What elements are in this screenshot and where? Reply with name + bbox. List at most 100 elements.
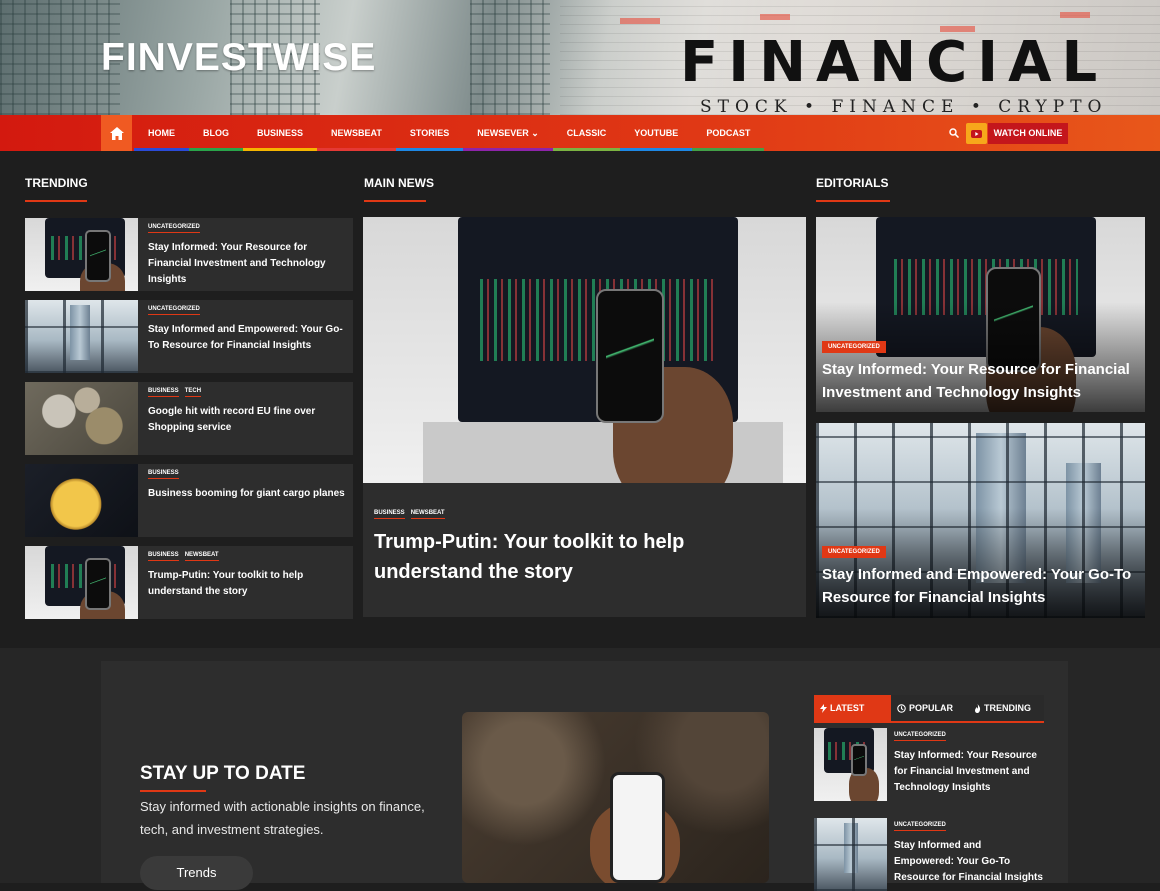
list-item[interactable]: UNCATEGORIZED Stay Informed and Empowere… xyxy=(814,818,1044,891)
main-news-image[interactable] xyxy=(363,217,806,483)
sidebar-tabs: LATEST POPULAR TRENDING xyxy=(814,695,1044,721)
chevron-down-icon: ⌄ xyxy=(528,128,539,138)
promo-title-underline xyxy=(140,790,206,792)
youtube-button[interactable] xyxy=(966,123,987,144)
trending-item[interactable]: BUSINESS Business booming for giant cargo… xyxy=(25,464,353,537)
main-news-heading: MAIN NEWS xyxy=(364,176,434,202)
editorial-category[interactable]: UNCATEGORIZED xyxy=(822,341,886,353)
category-link[interactable]: TECH xyxy=(184,388,202,397)
category-link[interactable]: BUSINESS xyxy=(148,552,179,561)
tab-trending[interactable]: TRENDING xyxy=(968,695,1037,721)
nav-item-label: NEWSEVER xyxy=(477,128,529,138)
post-title[interactable]: Stay Informed and Empowered: Your Go-To … xyxy=(148,322,348,354)
nav-item-label: NEWSBEAT xyxy=(331,128,382,138)
category-link[interactable]: NEWSBEAT xyxy=(410,510,445,519)
post-categories: BUSINESS TECH xyxy=(148,388,348,397)
promo-image xyxy=(462,712,769,883)
post-title[interactable]: Google hit with record EU fine over Shop… xyxy=(148,404,348,436)
tab-popular[interactable]: POPULAR xyxy=(891,695,968,721)
post-title[interactable]: Stay Informed: Your Resource for Financi… xyxy=(148,240,348,288)
main-news-card[interactable]: BUSINESS NEWSBEAT Trump-Putin: Your tool… xyxy=(363,217,806,617)
post-thumbnail[interactable] xyxy=(25,218,138,291)
header-banner: FINVESTWISE FINANCIAL STOCK • FINANCE • … xyxy=(0,0,1160,115)
search-button[interactable] xyxy=(944,123,964,143)
main-news-categories: BUSINESS NEWSBEAT xyxy=(374,510,794,519)
nav-item-newsever[interactable]: NEWSEVER ⌄ xyxy=(463,115,553,151)
trends-button[interactable]: Trends xyxy=(140,856,253,890)
nav-item-label: HOME xyxy=(148,128,175,138)
tab-trending-label: TRENDING xyxy=(984,703,1031,713)
tab-popular-label: POPULAR xyxy=(909,703,954,713)
nav-item-youtube[interactable]: YOUTUBE xyxy=(620,115,693,151)
editorials-heading: EDITORIALS xyxy=(816,176,890,202)
post-categories: UNCATEGORIZED xyxy=(148,306,348,315)
editorial-title[interactable]: Stay Informed: Your Resource for Financi… xyxy=(822,358,1137,404)
editorial-card[interactable]: UNCATEGORIZED Stay Informed: Your Resour… xyxy=(816,217,1145,412)
post-title[interactable]: Business booming for giant cargo planes xyxy=(148,486,348,502)
clock-icon xyxy=(897,703,906,713)
nav-item-label: BLOG xyxy=(203,128,229,138)
nav-item-label: YOUTUBE xyxy=(634,128,679,138)
post-title[interactable]: Stay Informed and Empowered: Your Go-To … xyxy=(894,838,1044,886)
post-thumbnail[interactable] xyxy=(25,546,138,619)
promo-title: STAY UP TO DATE xyxy=(140,763,306,784)
home-icon xyxy=(109,126,124,140)
nav-item-home[interactable]: HOME xyxy=(134,115,189,151)
nav-item-label: CLASSIC xyxy=(566,128,607,138)
category-link[interactable]: BUSINESS xyxy=(374,510,405,519)
editorial-card[interactable]: UNCATEGORIZED Stay Informed and Empowere… xyxy=(816,423,1145,618)
trending-item[interactable]: BUSINESS TECH Google hit with record EU fi… xyxy=(25,382,353,455)
trending-item[interactable]: BUSINESS NEWSBEAT Trump-Putin: Your toolki… xyxy=(25,546,353,619)
watch-online-button[interactable]: WATCH ONLINE xyxy=(988,123,1068,144)
trending-heading-text: TRENDING xyxy=(25,176,88,190)
nav-item-business[interactable]: BUSINESS xyxy=(243,115,318,151)
list-item[interactable]: UNCATEGORIZED Stay Informed: Your Resour… xyxy=(814,728,1044,801)
tab-latest-label: LATEST xyxy=(830,703,865,713)
editorials-heading-text: EDITORIALS xyxy=(816,176,889,190)
nav-item-blog[interactable]: BLOG xyxy=(189,115,243,151)
promo-text: Stay informed with actionable insights o… xyxy=(140,799,425,837)
category-link[interactable]: NEWSBEAT xyxy=(184,552,219,561)
editorial-category[interactable]: UNCATEGORIZED xyxy=(822,546,886,558)
home-icon-button[interactable] xyxy=(101,115,132,151)
nav-item-label: BUSINESS xyxy=(257,128,304,138)
bolt-icon xyxy=(820,703,827,713)
post-categories: BUSINESS NEWSBEAT xyxy=(148,552,348,561)
nav-item-label: STORIES xyxy=(409,128,450,138)
post-categories: UNCATEGORIZED xyxy=(148,224,348,233)
post-thumbnail[interactable] xyxy=(25,464,138,537)
editorial-title[interactable]: Stay Informed and Empowered: Your Go-To … xyxy=(822,563,1137,609)
trending-item[interactable]: UNCATEGORIZED Stay Informed: Your Resourc… xyxy=(25,218,353,291)
category-link[interactable]: UNCATEGORIZED xyxy=(894,822,946,831)
category-link[interactable]: UNCATEGORIZED xyxy=(148,224,200,233)
category-link[interactable]: BUSINESS xyxy=(148,470,179,479)
nav-item-label: PODCAST xyxy=(706,128,751,138)
main-news-heading-text: MAIN NEWS xyxy=(364,176,434,190)
nav-item-stories[interactable]: STORIES xyxy=(395,115,464,151)
banner-subtitle: STOCK • FINANCE • CRYPTO xyxy=(700,97,1108,115)
tab-underline xyxy=(814,721,1044,723)
post-thumbnail[interactable] xyxy=(814,728,887,801)
building-graphic xyxy=(470,0,550,115)
post-title[interactable]: Stay Informed: Your Resource for Financi… xyxy=(894,748,1044,796)
category-link[interactable]: UNCATEGORIZED xyxy=(148,306,200,315)
trending-item[interactable]: UNCATEGORIZED Stay Informed and Empowered… xyxy=(25,300,353,373)
nav-item-newsbeat[interactable]: NEWSBEAT xyxy=(317,115,396,151)
post-thumbnail[interactable] xyxy=(25,300,138,373)
nav-item-podcast[interactable]: PODCAST xyxy=(692,115,765,151)
category-link[interactable]: BUSINESS xyxy=(148,388,179,397)
search-icon xyxy=(949,128,959,138)
banner-title: FINANCIAL xyxy=(680,30,1108,95)
nav-item-classic[interactable]: CLASSIC xyxy=(552,115,621,151)
trending-heading: TRENDING xyxy=(25,176,88,202)
post-categories: BUSINESS xyxy=(148,470,348,479)
main-news-title[interactable]: Trump-Putin: Your toolkit to help unders… xyxy=(374,527,794,587)
category-link[interactable]: UNCATEGORIZED xyxy=(894,732,946,741)
post-thumbnail[interactable] xyxy=(814,818,887,891)
site-title[interactable]: FINVESTWISE xyxy=(101,36,376,80)
fire-icon xyxy=(975,703,981,713)
post-thumbnail[interactable] xyxy=(25,382,138,455)
nav-menu: HOME BLOG BUSINESS NEWSBEAT STORIES NEWSEVER … xyxy=(134,115,765,151)
tab-latest[interactable]: LATEST xyxy=(814,695,891,721)
post-title[interactable]: Trump-Putin: Your toolkit to help unders… xyxy=(148,568,348,600)
